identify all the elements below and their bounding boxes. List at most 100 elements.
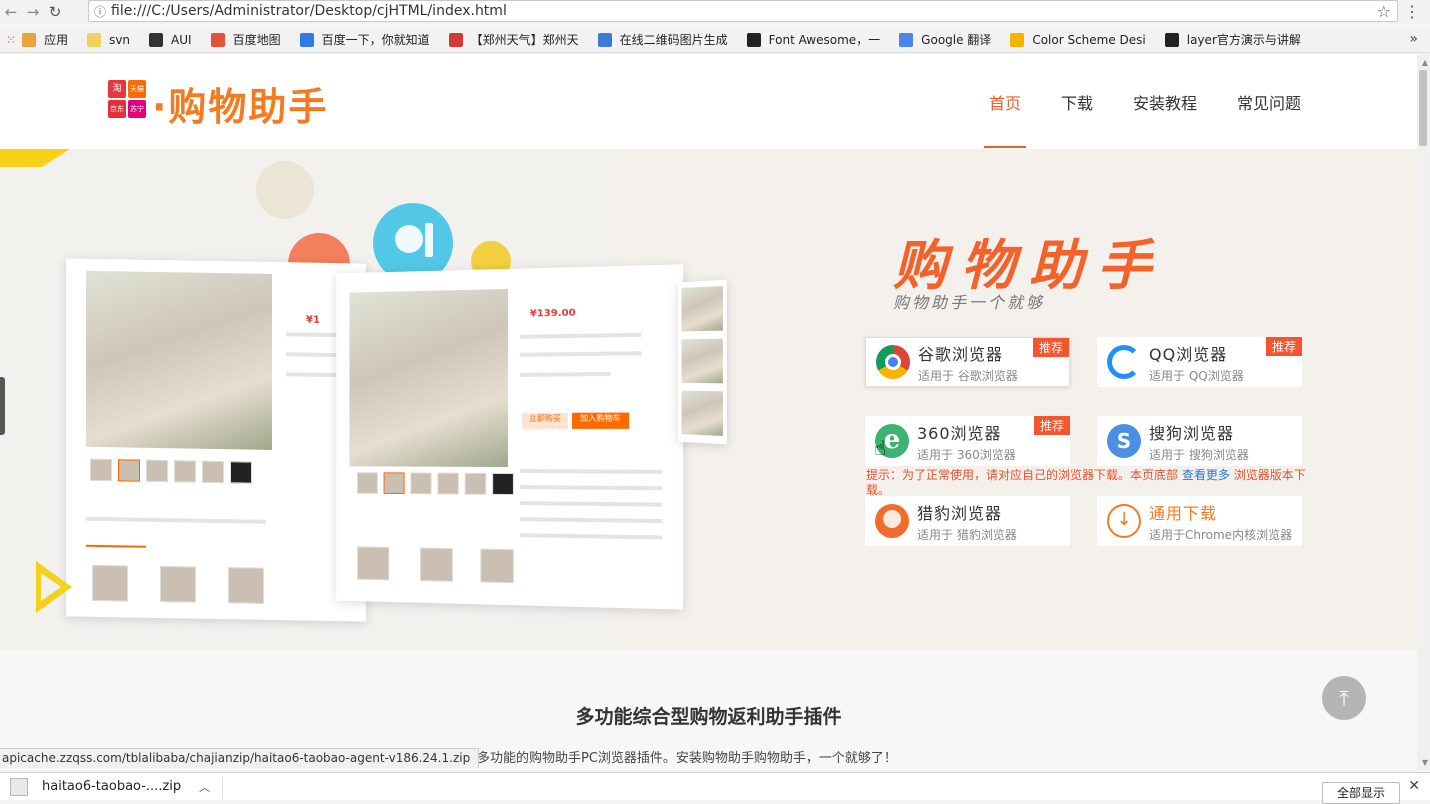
scrollbar-thumb[interactable] [1419,70,1427,146]
mock-buy-button: 立即购买 [521,412,569,429]
status-bar-url: apicache.zzqss.com/tblalibaba/chajianzip… [0,748,480,768]
bookmark-star-icon[interactable]: ☆ [1377,2,1391,21]
hint-more-link[interactable]: 查看更多 [1182,468,1230,482]
product-screenshot-back: ¥1 [66,258,366,622]
bookmark-item[interactable]: layer官方演示与讲解 [1164,31,1301,48]
bookmark-favicon-icon [210,32,225,47]
mock-price-small: ¥1 [306,314,320,326]
logo-text[interactable]: ·购物助手 [152,76,328,131]
bookmark-favicon-icon [299,32,314,47]
back-icon[interactable]: ← [0,2,22,22]
bookmark-favicon-icon [448,32,463,47]
bookmark-item[interactable]: 应用 [22,31,68,48]
download-name: 搜狗浏览器 [1149,423,1235,443]
product-screenshot-front: ¥139.00 立即购买 加入购物车 [336,264,684,610]
download-name: 通用下载 [1149,503,1218,523]
download-sogou-browser[interactable]: S 搜狗浏览器 适用于 搜狗浏览器 [1097,416,1302,466]
sogou-browser-icon: S [1107,424,1141,458]
bookmark-item[interactable]: 百度一下，你就知道 [299,31,430,48]
bookmark-item[interactable]: AUI [149,32,192,47]
arrow-up-to-line-icon: ⤒ [1339,686,1349,710]
info-icon[interactable]: ⓘ [89,3,111,20]
shelf-divider [222,777,223,799]
bookmark-label: Google 翻译 [921,33,992,47]
download-sub: 适用于 谷歌浏览器 [918,368,1018,383]
show-all-downloads-button[interactable]: 全部显示 [1321,782,1400,804]
web-page: 淘 天猫 京东 苏宁 ·购物助手 首页 下载 安装教程 常见问题 ¥1 ¥139… [0,54,1417,770]
zip-file-icon [10,777,28,796]
hero-banner: ¥1 ¥139.00 立即购买 加入购物车 购物助手 购物助手一个就够 [0,149,1417,649]
close-icon[interactable]: ✕ [1408,778,1420,794]
download-sub: 适用于Chrome内核浏览器 [1149,527,1293,542]
bookmark-favicon-icon [1164,32,1179,47]
logo-tile-1: 淘 [108,80,126,98]
nav-home[interactable]: 首页 [989,90,1021,114]
bookmark-favicon-icon [149,32,164,47]
download-chrome[interactable]: 谷歌浏览器 适用于 谷歌浏览器 推荐 [865,337,1070,387]
apps-grid-icon[interactable]: ⁙ [6,33,16,47]
chevron-up-icon[interactable]: ︿ [199,779,210,795]
recommend-badge: 推荐 [1032,338,1069,357]
hint-text: 提示：为了正常使用，请对应自己的浏览器下载。本页底部 [866,468,1179,482]
download-name: QQ浏览器 [1149,344,1228,364]
logo-tile-3: 京东 [108,100,126,118]
qq-browser-icon [1107,345,1141,379]
nav-download[interactable]: 下载 [1061,90,1093,114]
bookmark-label: svn [109,32,131,47]
bookmark-label: AUI [171,32,192,47]
download-name: 360浏览器 [917,423,1002,443]
reload-icon[interactable]: ↻ [44,2,66,22]
liebao-browser-icon [875,504,909,538]
scroll-down-arrow-icon[interactable]: ▼ [1422,758,1428,767]
bookmark-label: 应用 [44,33,69,47]
bookmark-favicon-icon [899,32,914,47]
nav-install-guide[interactable]: 安装教程 [1133,90,1197,114]
bookmark-label: Font Awesome，一 [768,33,881,47]
download-shelf: haitao6-taobao-....zip ︿ 全部显示 ✕ [0,772,1430,804]
url-text: file:///C:/Users/Administrator/Desktop/c… [111,3,507,19]
download-360-browser[interactable]: e 360浏览器 适用于 360浏览器 推荐 [865,416,1070,466]
bookmark-item[interactable]: 百度地图 [210,31,281,48]
nav-active-underline [984,146,1026,148]
bookmark-item[interactable]: 在线二维码图片生成 [597,31,728,48]
recommend-badge: 推荐 [1033,416,1070,435]
download-name: 猎豹浏览器 [917,503,1003,523]
menu-icon[interactable]: ⋮ [1404,2,1420,21]
mock-cart-button: 加入购物车 [572,412,630,429]
forward-icon[interactable]: → [22,2,44,22]
site-header: 淘 天猫 京东 苏宁 ·购物助手 首页 下载 安装教程 常见问题 [0,54,1417,149]
download-generic[interactable]: ↓ 通用下载 适用于Chrome内核浏览器 [1097,496,1302,546]
bookmark-item[interactable]: 【郑州天气】郑州天 [448,31,579,48]
play-triangle-inner [41,573,61,601]
bookmark-label: 【郑州天气】郑州天 [470,33,579,47]
side-tab-handle[interactable] [0,377,5,435]
page-scrollbar[interactable] [1417,54,1430,770]
bookmark-label: layer官方演示与讲解 [1186,33,1301,47]
bookmarks-overflow-icon[interactable]: » [1409,31,1418,47]
download-qq-browser[interactable]: QQ浏览器 适用于 QQ浏览器 推荐 [1097,337,1302,387]
downloaded-file-name[interactable]: haitao6-taobao-....zip [42,779,181,794]
leaf-circle-icon [256,161,314,219]
bookmark-item[interactable]: Google 翻译 [899,31,991,48]
bookmark-item[interactable]: svn [87,32,131,47]
logo-icon[interactable]: 淘 天猫 京东 苏宁 [108,80,148,120]
scroll-up-arrow-icon[interactable]: ▲ [1422,58,1428,67]
nav-faq[interactable]: 常见问题 [1237,90,1301,114]
logo-tile-4: 苏宁 [128,100,146,118]
download-liebao-browser[interactable]: 猎豹浏览器适用于 猎豹浏览器 [865,496,1070,546]
bookmark-label: 在线二维码图片生成 [619,33,728,47]
hero-subtitle: 购物助手一个就够 [893,293,1046,312]
address-bar[interactable]: ⓘ file:///C:/Users/Administrator/Desktop… [88,0,1398,22]
main-nav: 首页 下载 安装教程 常见问题 [989,90,1301,114]
bookmark-item[interactable]: Font Awesome，一 [746,31,881,48]
bookmark-item[interactable]: Color Scheme Desi [1010,32,1146,47]
chrome-icon [876,345,910,379]
logo-tile-2: 天猫 [128,80,146,98]
download-hint: 提示：为了正常使用，请对应自己的浏览器下载。本页底部 查看更多 浏览器版本下载。 [866,468,1306,498]
mock-price: ¥139.00 [529,307,576,320]
bookmark-favicon-icon [746,32,761,47]
download-sub: 适用于 猎豹浏览器 [917,527,1017,542]
bookmark-favicon-icon [87,32,102,47]
decor-stripe [0,149,70,167]
back-to-top-button[interactable]: ⤒ [1322,676,1366,720]
